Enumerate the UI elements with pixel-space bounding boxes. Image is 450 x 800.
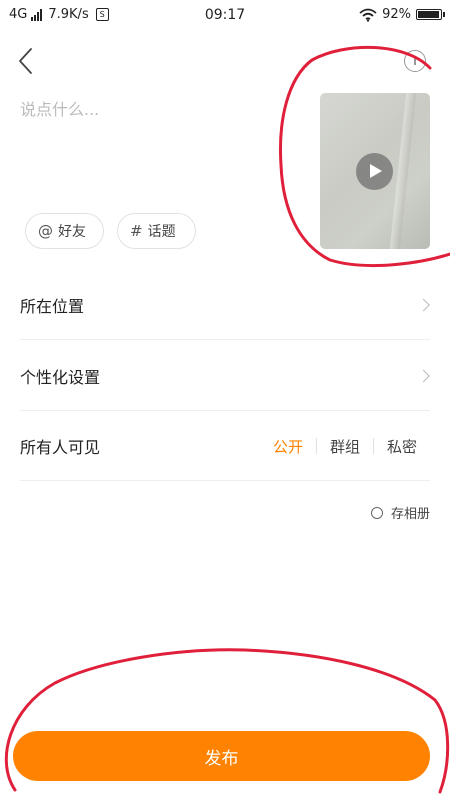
visibility-group-option[interactable]: 群组 [317,436,373,457]
video-thumbnail[interactable] [320,93,430,249]
info-icon[interactable] [404,50,426,72]
chevron-right-icon [417,369,430,382]
visibility-label: 所有人可见 [20,437,101,457]
battery-percent: 92% [382,7,411,22]
post-text-input[interactable]: 说点什么... [20,96,99,120]
save-to-album-toggle[interactable]: 存相册 [370,503,430,522]
visibility-options: 公开 群组 私密 [260,411,430,481]
visibility-public-option[interactable]: 公开 [260,436,316,457]
battery-icon [416,9,445,20]
status-bar: 4G 7.9K/s S 09:17 92% [0,0,450,32]
personalize-label: 个性化设置 [20,367,101,387]
visibility-row: 所有人可见 公开 群组 私密 [20,411,430,481]
status-right: 92% [359,7,445,22]
back-button[interactable] [12,44,40,78]
radio-icon [370,506,383,519]
save-album-label: 存相册 [390,507,430,522]
wifi-icon [359,8,377,22]
play-icon[interactable] [356,153,393,190]
mention-friends-button[interactable]: @ 好友 [25,213,104,249]
mention-label: 好友 [58,224,86,240]
topic-button[interactable]: # 话题 [117,213,196,249]
hashtag-icon: # [130,222,143,240]
publish-button[interactable]: 发布 [13,731,430,781]
location-label: 所在位置 [20,296,85,316]
topic-label: 话题 [147,224,176,240]
visibility-private-option[interactable]: 私密 [374,436,430,457]
at-icon: @ [38,222,53,240]
chevron-left-icon [19,48,32,74]
location-row[interactable]: 所在位置 [20,270,430,340]
personalize-row[interactable]: 个性化设置 [20,341,430,411]
thumbnail-image [389,93,417,249]
chevron-right-icon [417,298,430,311]
